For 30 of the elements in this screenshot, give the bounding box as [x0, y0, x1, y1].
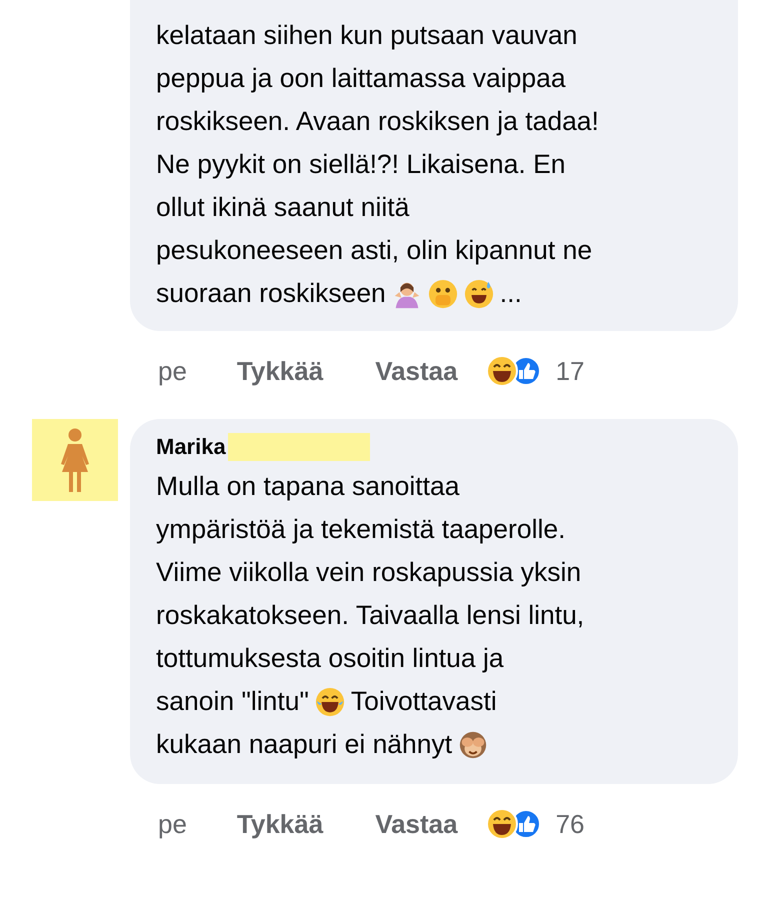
- comment-line: peppua ja oon laittamassa vaippaa: [156, 62, 566, 95]
- comment-line: sanoin "lintu": [156, 685, 309, 718]
- monkey-covering-eyes-icon: [458, 730, 488, 760]
- comment-line: kelataan siihen kun putsaan vauvan: [156, 19, 578, 52]
- reaction-count: 17: [556, 356, 585, 386]
- comment-line: Toivottavasti: [350, 685, 497, 718]
- comment-line: Ne pyykit on siellä!?! Likaisena. En: [156, 148, 566, 181]
- reply-link[interactable]: Vastaa: [375, 808, 458, 840]
- like-link[interactable]: Tykkää: [236, 356, 324, 386]
- comment-line: ympäristöä ja tekemistä taaperolle.: [156, 513, 566, 546]
- comment-line: kukaan naapuri ei nähnyt: [156, 728, 452, 761]
- comment-line: ollut ikinä saanut niitä: [156, 191, 410, 224]
- like-link[interactable]: Tykkää: [236, 808, 324, 840]
- comment-line: ...: [500, 277, 522, 310]
- reaction-count: 76: [556, 808, 585, 840]
- timestamp[interactable]: pe: [158, 808, 187, 840]
- comment-line: Mulla on tapana sanoittaa: [156, 470, 460, 503]
- laughing-tears-icon: [314, 686, 345, 716]
- person-icon: [60, 428, 90, 492]
- comment-line: roskikseen. Avaan roskiksen ja tadaa!: [156, 105, 599, 138]
- reply-link[interactable]: Vastaa: [375, 356, 458, 386]
- comment-line: roskakatokseen. Taivaalla lensi lintu,: [156, 599, 584, 632]
- face-covering-mouth-icon: [428, 278, 458, 308]
- comment-line: pesukoneeseen asti, olin kipannut ne: [156, 234, 592, 267]
- author-name[interactable]: Marika: [156, 434, 226, 460]
- timestamp[interactable]: pe: [158, 356, 187, 386]
- comment-line: Viime viikolla vein roskapussia yksin: [156, 556, 582, 589]
- grinning-sweat-icon: [464, 278, 494, 308]
- comment-line: suoraan roskikseen: [156, 277, 386, 310]
- comment-line: tottumuksesta osoitin lintua ja: [156, 642, 504, 675]
